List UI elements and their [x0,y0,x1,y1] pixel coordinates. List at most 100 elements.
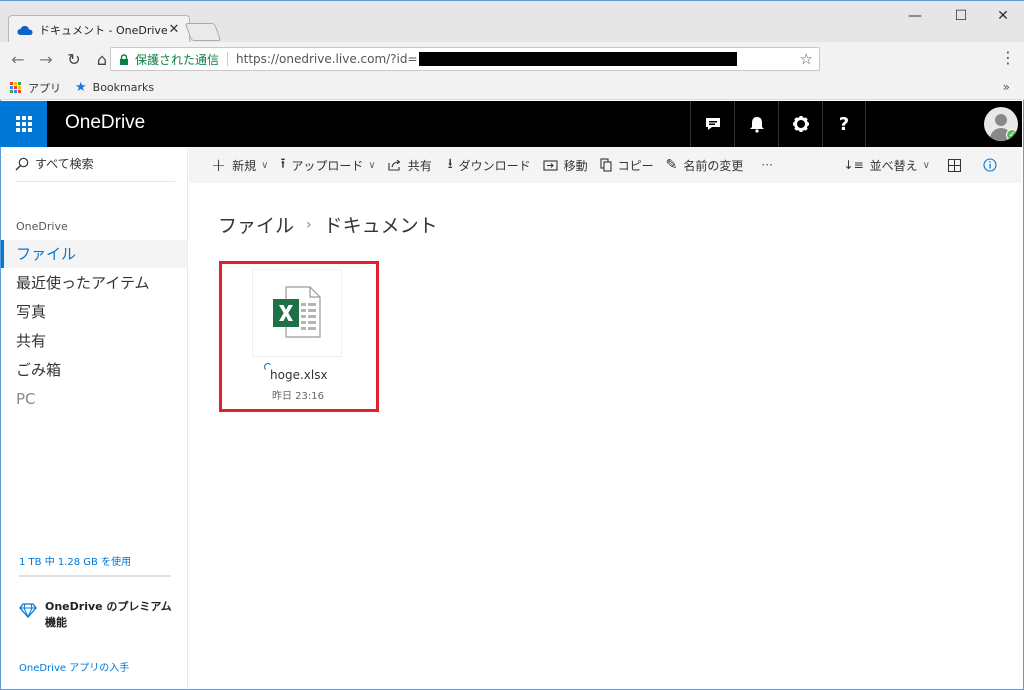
maximize-icon[interactable]: ☐ [938,5,984,27]
download-label: ダウンロード [458,158,531,173]
close-tab-icon[interactable]: ✕ [167,22,181,37]
storage-quota-bar [19,575,171,577]
help-button[interactable]: ? [822,101,866,147]
info-icon [983,158,997,172]
copy-label: コピー [617,158,654,173]
back-icon[interactable]: ← [6,47,30,71]
settings-button[interactable] [778,101,822,147]
divider [227,52,229,66]
nav-section-header: OneDrive [16,220,68,233]
breadcrumb: ファイル › ドキュメント [218,211,438,238]
premium-link[interactable]: OneDrive のプレミアム 機能 [19,599,179,631]
storage-quota[interactable]: 1 TB 中 1.28 GB を使用 [19,553,131,568]
apps-bookmark[interactable]: アプリ [28,80,61,96]
move-button[interactable]: 移動 [543,147,588,183]
nav-item-files[interactable]: ファイル [1,240,187,268]
bell-icon [749,117,764,133]
info-pane-button[interactable] [983,147,997,183]
upload-icon: ⭱ [280,156,286,172]
file-name[interactable]: hoge.xlsx [270,368,328,382]
nav-item-photos[interactable]: 写真 [1,298,187,326]
address-bar[interactable]: 保護された通信 https://onedrive.live.com/?id= ☆ [110,47,820,71]
bookmark-star-icon[interactable]: ☆ [800,50,813,68]
sort-icon: ↓≡ [843,158,864,172]
url-text: https://onedrive.live.com/?id= [236,52,418,66]
sort-button[interactable]: ↓≡ 並べ替え ∨ [844,147,930,183]
avatar-head [995,114,1007,126]
new-tab-button[interactable] [184,23,222,41]
tab-strip: ドキュメント - OneDrive ✕ — ☐ ✕ [0,0,1024,43]
move-icon [543,160,558,171]
nav-item-shared[interactable]: 共有 [1,327,187,355]
nav-item-pc[interactable]: PC [1,385,187,413]
search-icon [15,157,29,170]
feedback-icon [705,118,720,130]
premium-text: OneDrive のプレミアム 機能 [45,599,172,631]
bookmarks-folder[interactable]: Bookmarks [93,81,154,94]
command-bar: + 新規 ∨ ⭱ アップロード ∨ 共有 ⭳ ダウンロード 移動 コピー ✎ 名… [189,147,1021,183]
divider [15,181,175,182]
get-apps-link[interactable]: OneDrive アプリの入手 [19,659,129,674]
reload-icon[interactable]: ↻ [62,47,86,71]
view-controls: ↓≡ 並べ替え ∨ [832,147,1021,183]
feedback-button[interactable] [690,101,734,147]
move-label: 移動 [563,158,588,173]
suite-bar: OneDrive ? ✓ [0,101,1022,147]
view-toggle-button[interactable] [948,147,961,183]
copy-icon [600,158,612,172]
chevron-right-icon: › [306,216,312,233]
bookmarks-bar: アプリ ★ Bookmarks » [0,76,1024,100]
search-label: すべて検索 [35,157,94,171]
gear-icon [792,116,809,132]
upload-button[interactable]: ⭱ アップロード ∨ [280,147,375,183]
breadcrumb-root[interactable]: ファイル [218,211,294,238]
browser-toolbar: ← → ↻ ⌂ 保護された通信 https://onedrive.live.co… [0,42,1024,76]
nav-item-recent[interactable]: 最近使ったアイテム [1,269,187,297]
app-launcher-icon[interactable] [0,101,47,147]
premium-line-1: OneDrive のプレミアム [45,600,172,613]
share-icon [388,159,401,171]
search-box[interactable]: すべて検索 [15,155,94,172]
minimize-icon[interactable]: — [892,5,938,27]
chevron-down-icon: ∨ [922,159,930,171]
chevron-down-icon: ∨ [368,159,376,171]
download-icon: ⭳ [447,156,453,172]
bookmarks-star-icon: ★ [75,80,87,95]
close-window-icon[interactable]: ✕ [980,5,1024,27]
new-label: 新規 [232,158,257,173]
secure-label: 保護された通信 [135,52,220,67]
apps-grid-icon[interactable] [10,81,22,94]
diamond-icon [19,603,37,619]
brand-title[interactable]: OneDrive [65,112,145,134]
rename-button[interactable]: ✎ 名前の変更 [666,147,744,183]
share-label: 共有 [407,158,432,173]
copy-button[interactable]: コピー [600,147,654,183]
more-bookmarks-icon[interactable]: » [1003,80,1010,94]
lock-icon [120,53,128,65]
avatar[interactable]: ✓ [984,107,1018,141]
tab-title: ドキュメント - OneDrive [39,23,167,37]
browser-tab[interactable]: ドキュメント - OneDrive ✕ [8,15,190,43]
premium-line-2: 機能 [45,616,67,629]
help-icon: ? [838,113,850,135]
redacted-url-part [418,52,737,66]
onedrive-cloud-icon [17,25,33,35]
left-navigation: すべて検索 OneDrive ファイル 最近使ったアイテム 写真 共有 ごみ箱 … [1,147,188,689]
breadcrumb-current: ドキュメント [323,215,438,237]
forward-icon[interactable]: → [34,47,58,71]
sort-label: 並べ替え [869,158,918,173]
more-commands-button[interactable]: ··· [761,147,772,183]
download-button[interactable]: ⭳ ダウンロード [448,147,531,183]
upload-label: アップロード [291,158,364,173]
browser-menu-icon[interactable]: ⋮ [1000,48,1016,67]
nav-item-recycle-bin[interactable]: ごみ箱 [1,356,187,384]
share-button[interactable]: 共有 [388,147,432,183]
rename-label: 名前の変更 [683,158,744,173]
pencil-icon: ✎ [665,157,678,173]
chevron-down-icon: ∨ [261,159,269,171]
notifications-button[interactable] [734,101,778,147]
grid-view-icon [948,158,961,172]
excel-file-icon [273,286,321,338]
new-button[interactable]: + 新規 ∨ [211,147,268,183]
file-modified-date: 昨日 23:16 [272,391,324,402]
